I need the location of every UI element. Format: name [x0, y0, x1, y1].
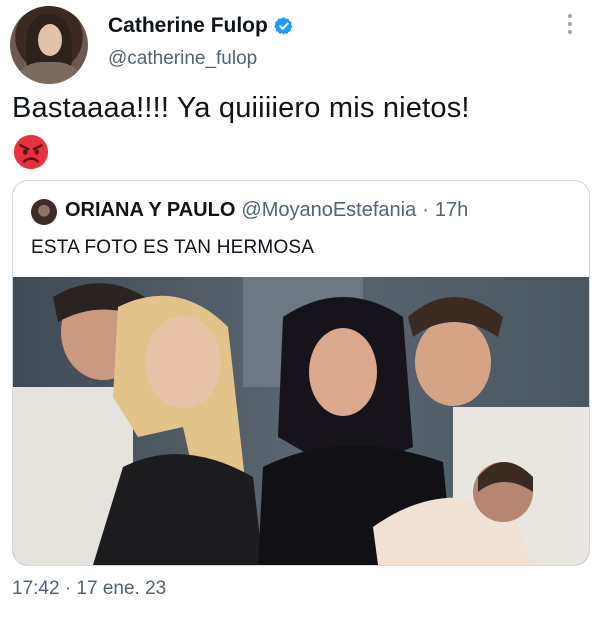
quoted-text: ESTA FOTO ES TAN HERMOSA: [31, 237, 315, 258]
quoted-author-avatar[interactable]: [31, 199, 57, 225]
quoted-author-name[interactable]: ORIANA Y PAULO: [65, 199, 235, 222]
quoted-tweet[interactable]: ORIANA Y PAULO @MoyanoEstefania · 17h ES…: [12, 180, 590, 566]
quoted-photo[interactable]: [13, 277, 589, 565]
avatar-face: [38, 24, 62, 56]
more-options-icon[interactable]: [568, 14, 574, 34]
quoted-separator: ·: [422, 199, 429, 221]
author-handle[interactable]: @catherine_fulop: [108, 48, 257, 70]
quoted-header: ORIANA Y PAULO @MoyanoEstefania · 17h: [65, 199, 468, 222]
tweet-timestamp[interactable]: 17:42 · 17 ene. 23: [12, 578, 166, 600]
author-name-row[interactable]: Catherine Fulop: [108, 14, 294, 38]
author-name[interactable]: Catherine Fulop: [108, 14, 268, 38]
avatar-body: [18, 62, 80, 84]
angry-face-icon: [13, 134, 49, 170]
verified-badge-icon: [274, 17, 293, 35]
author-avatar[interactable]: [10, 6, 88, 84]
tweet-text: Bastaaaa!!!! Ya quiiiiero mis nietos!: [12, 92, 470, 124]
quoted-time[interactable]: 17h: [435, 199, 468, 222]
quoted-author-handle[interactable]: @MoyanoEstefania: [241, 199, 416, 222]
